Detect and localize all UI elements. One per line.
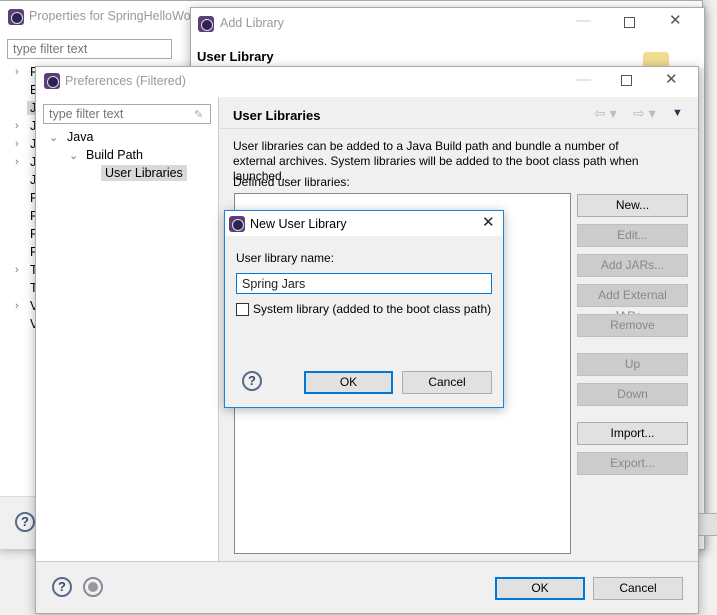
chevron-right-icon[interactable]: › [15, 264, 19, 276]
preferences-help-icon[interactable]: ? [52, 577, 72, 597]
dialog-close-button[interactable]: ✕ [482, 213, 495, 231]
library-name-input[interactable] [236, 273, 492, 294]
chevron-right-icon[interactable]: › [15, 300, 19, 312]
library-name-label: User library name: [236, 251, 335, 265]
new-user-library-dialog: New User Library ✕ User library name: Sy… [224, 210, 504, 408]
eclipse-icon [8, 9, 24, 25]
eclipse-icon [198, 16, 214, 32]
system-library-checkbox[interactable] [236, 303, 249, 316]
dialog-title: New User Library [250, 217, 347, 231]
close-button[interactable]: ✕ [665, 70, 678, 88]
back-arrow-icon[interactable]: ⇦ ▾ [594, 105, 617, 122]
edit-button[interactable]: Edit... [577, 224, 688, 247]
system-library-label[interactable]: System library (added to the boot class … [253, 302, 491, 316]
down-button[interactable]: Down [577, 383, 688, 406]
minimize-button[interactable]: — [576, 12, 591, 29]
forward-arrow-icon[interactable]: ⇨ ▾ [633, 105, 656, 122]
eclipse-icon [229, 216, 245, 232]
record-icon[interactable] [83, 577, 103, 597]
eclipse-icon [44, 73, 60, 89]
add-library-heading: User Library [197, 49, 274, 64]
maximize-button[interactable] [621, 75, 632, 86]
maximize-button[interactable] [624, 17, 635, 28]
chevron-right-icon[interactable]: › [15, 120, 19, 132]
tree-item-build-path[interactable]: Build Path [86, 148, 143, 162]
properties-title: Properties for SpringHelloWorld [29, 9, 205, 23]
tree-item-user-libraries[interactable]: User Libraries [101, 165, 187, 181]
page-title: User Libraries [233, 108, 321, 123]
properties-filter-input[interactable] [7, 39, 172, 59]
defined-libraries-label: Defined user libraries: [233, 175, 350, 189]
dialog-ok-button[interactable]: OK [304, 371, 393, 394]
preferences-footer-divider [36, 561, 698, 562]
minimize-button[interactable]: — [576, 71, 591, 88]
preferences-title: Preferences (Filtered) [65, 74, 186, 88]
remove-button[interactable]: Remove [577, 314, 688, 337]
up-button[interactable]: Up [577, 353, 688, 376]
add-library-title: Add Library [220, 16, 284, 30]
dialog-help-icon[interactable]: ? [242, 371, 262, 391]
chevron-right-icon[interactable]: › [15, 66, 19, 78]
import-button[interactable]: Import... [577, 422, 688, 445]
dialog-cancel-button[interactable]: Cancel [402, 371, 492, 394]
new-button[interactable]: New... [577, 194, 688, 217]
view-menu-icon[interactable]: ▼ [672, 107, 683, 119]
add-external-jars-button[interactable]: Add External JARs... [577, 284, 688, 323]
export-button[interactable]: Export... [577, 452, 688, 475]
preferences-cancel-button[interactable]: Cancel [593, 577, 683, 600]
preferences-ok-button[interactable]: OK [495, 577, 585, 600]
chevron-down-icon[interactable]: ⌄ [69, 149, 78, 162]
tree-item-java[interactable]: Java [67, 130, 93, 144]
close-button[interactable]: ✕ [669, 11, 682, 29]
clear-filter-icon[interactable]: ✎ [194, 108, 203, 121]
chevron-right-icon[interactable]: › [15, 138, 19, 150]
add-jars-button[interactable]: Add JARs... [577, 254, 688, 277]
chevron-right-icon[interactable]: › [15, 156, 19, 168]
chevron-down-icon[interactable]: ⌄ [49, 131, 58, 144]
properties-help-icon[interactable]: ? [15, 512, 35, 532]
preferences-filter-input[interactable] [43, 104, 211, 124]
